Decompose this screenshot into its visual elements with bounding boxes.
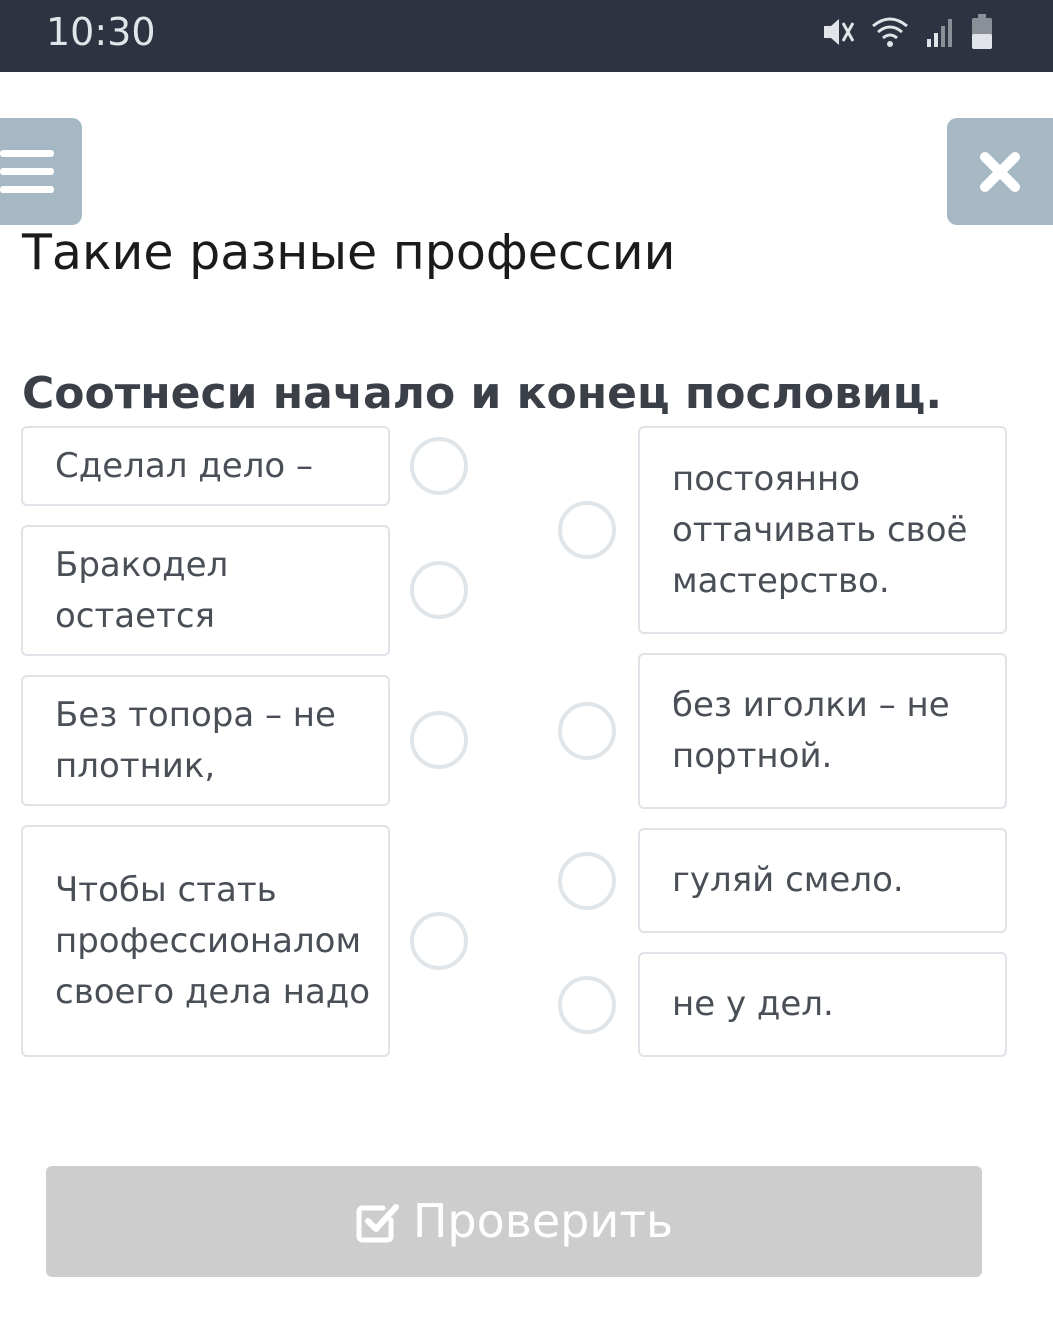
close-button[interactable] <box>947 118 1053 225</box>
check-button[interactable]: Проверить <box>46 1166 982 1277</box>
left-item-2-radio[interactable] <box>410 561 468 619</box>
right-item-2[interactable]: без иголки – не портной. <box>638 653 1007 809</box>
hamburger-icon <box>0 150 56 198</box>
right-item-label: постоянно оттачивать своё мастерство. <box>672 458 968 601</box>
left-item-label: Чтобы стать профессионалом своего дела н… <box>55 869 371 1012</box>
right-item-3[interactable]: гуляй смело. <box>638 828 1007 933</box>
check-button-label: Проверить <box>412 1194 674 1248</box>
left-item-3-radio[interactable] <box>410 711 468 769</box>
status-time: 10:30 <box>46 10 156 54</box>
right-item-label: не у дел. <box>672 984 834 1024</box>
battery-icon <box>971 14 993 50</box>
left-item-label: Бракодел остается <box>55 544 229 636</box>
left-item-4-radio[interactable] <box>410 912 468 970</box>
signal-icon <box>925 15 955 49</box>
left-item-4[interactable]: Чтобы стать профессионалом своего дела н… <box>21 825 390 1057</box>
mute-icon <box>821 15 855 49</box>
left-item-2[interactable]: Бракодел остается <box>21 525 390 656</box>
wifi-icon <box>871 15 909 49</box>
right-item-3-radio[interactable] <box>558 852 616 910</box>
right-item-4[interactable]: не у дел. <box>638 952 1007 1057</box>
check-square-icon <box>355 1200 399 1244</box>
right-item-label: гуляй смело. <box>672 860 904 900</box>
left-item-label: Без топора – не плотник, <box>55 694 336 786</box>
status-icons <box>821 12 993 52</box>
right-item-2-radio[interactable] <box>558 702 616 760</box>
right-item-4-radio[interactable] <box>558 976 616 1034</box>
left-item-1-radio[interactable] <box>410 437 468 495</box>
right-item-1[interactable]: постоянно оттачивать своё мастерство. <box>638 426 1007 634</box>
left-item-1[interactable]: Сделал дело – <box>21 426 390 506</box>
status-bar: 10:30 <box>0 0 1053 72</box>
left-item-label: Сделал дело – <box>55 445 314 486</box>
menu-button[interactable] <box>0 118 82 225</box>
question-text: Соотнеси начало и конец пословиц. <box>22 368 943 419</box>
left-item-3[interactable]: Без топора – не плотник, <box>21 675 390 806</box>
page-title: Такие разные профессии <box>22 224 676 281</box>
right-item-1-radio[interactable] <box>558 501 616 559</box>
right-item-label: без иголки – не портной. <box>672 685 950 776</box>
